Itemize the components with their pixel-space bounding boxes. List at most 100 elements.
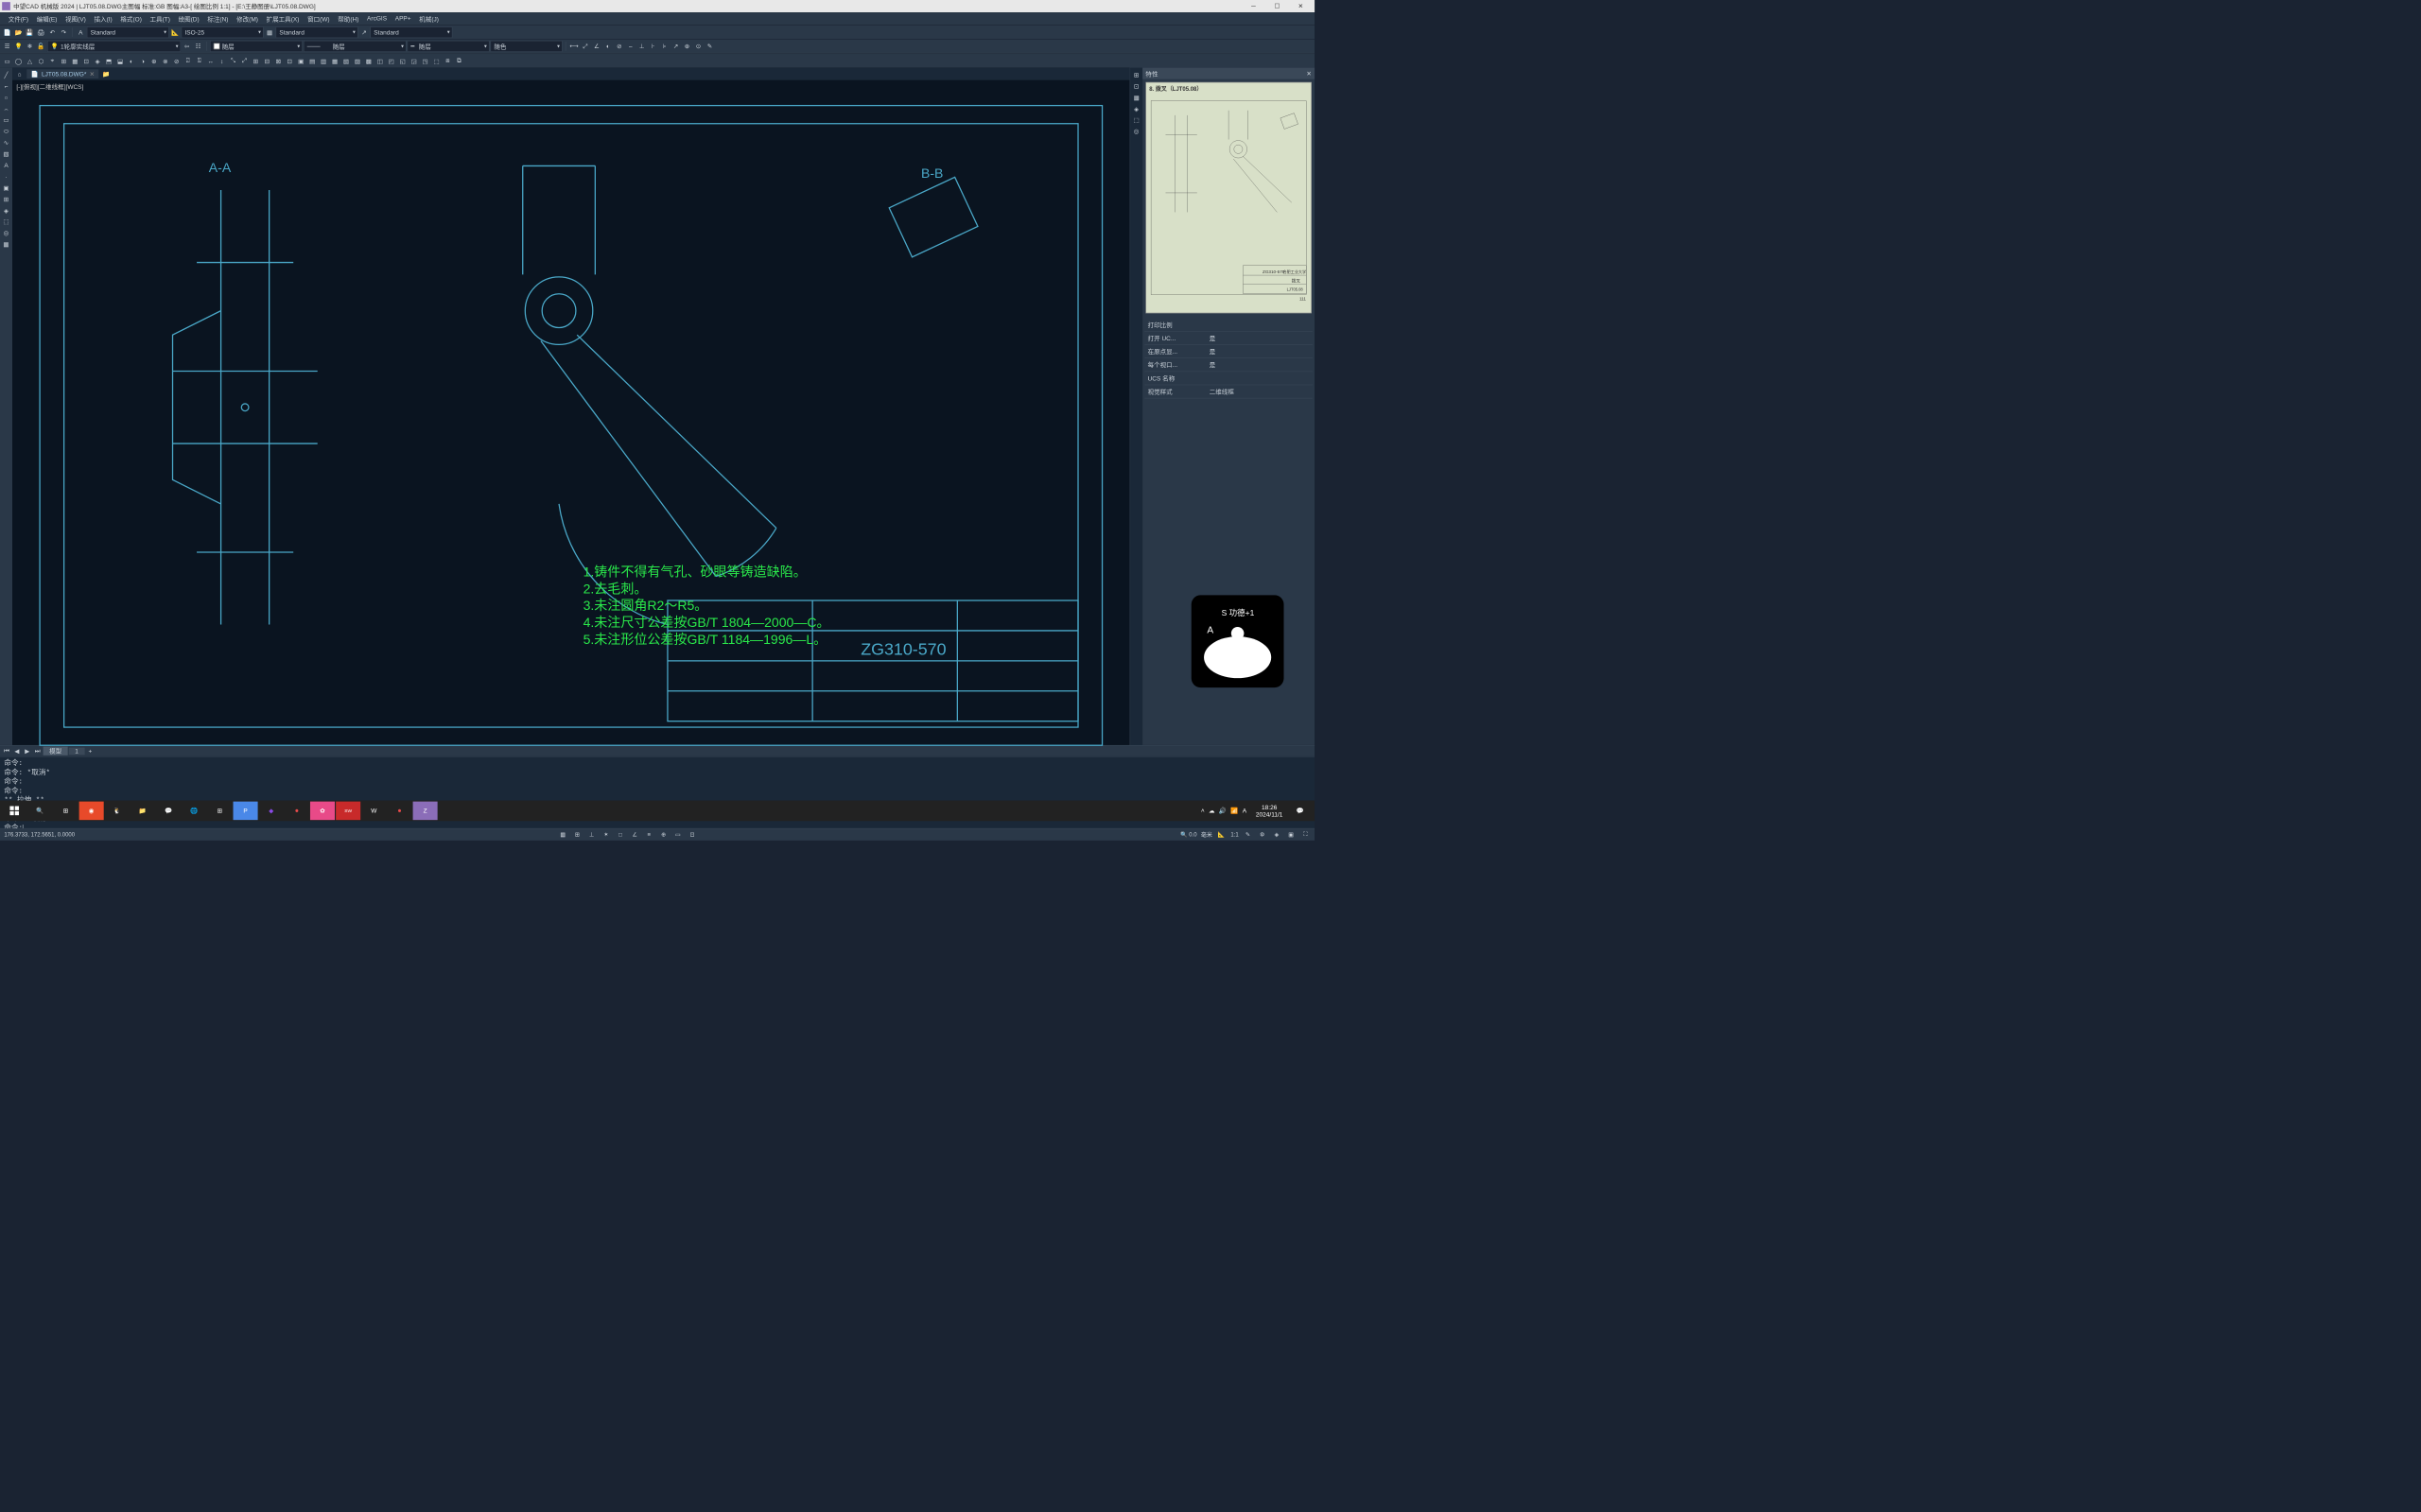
viewport-label[interactable]: [-][俯视][二维线框][WCS] [16,82,83,91]
lock-icon[interactable]: 🔓 [36,41,46,51]
polar-icon[interactable]: ✶ [601,829,611,840]
layer-states-icon[interactable]: ☷ [193,41,203,51]
mech-tool-icon[interactable]: ⍁ [183,56,193,66]
menu-dimension[interactable]: 标注(N) [203,14,233,23]
tab-first-icon[interactable]: ⏮ [2,747,11,755]
grid-icon[interactable]: ▦ [1,239,11,250]
mech-tool-icon[interactable]: ◳ [420,56,430,66]
linetype-dropdown[interactable]: ───随层 [304,41,407,52]
menu-mech[interactable]: 机械(J) [415,14,443,23]
layer-manager-icon[interactable]: ☰ [2,41,12,51]
menu-express[interactable]: 扩展工具(X) [262,14,303,23]
snap-grid-icon[interactable]: ▦ [558,829,568,840]
text-icon[interactable]: A [1,160,11,170]
menu-modify[interactable]: 修改(M) [233,14,262,23]
volume-icon[interactable]: 🔊 [1219,808,1227,815]
search-icon[interactable]: 🔍 [27,802,52,821]
qp-icon[interactable]: ▭ [672,829,683,840]
dim-edit-icon[interactable]: ✎ [705,41,715,51]
menu-draw[interactable]: 绘图(D) [174,14,203,23]
circle-icon[interactable]: ○ [1,93,11,103]
taskview-icon[interactable]: ⊞ [53,802,78,821]
wipeout-icon[interactable]: ⬚ [1,217,11,227]
scale-icon[interactable]: 📐 [1216,829,1227,840]
mech-tool-icon[interactable]: ⊘ [171,56,182,66]
open-icon[interactable]: 📂 [13,27,24,38]
status-unit[interactable]: 毫米 [1201,830,1212,839]
ortho-icon[interactable]: ⊥ [586,829,597,840]
prop-row[interactable]: UCS 名称 [1144,372,1313,385]
mech-tool-icon[interactable]: ◫ [374,56,385,66]
dim-style-dropdown[interactable]: ISO-25 [182,26,264,38]
assistant-widget[interactable]: S 功德+1 A [1192,595,1284,687]
palette-icon[interactable]: ⊞ [1131,70,1141,80]
dim-center-icon[interactable]: ⊙ [693,41,704,51]
menu-format[interactable]: 格式(O) [116,14,146,23]
palette-icon[interactable]: ⊡ [1131,81,1141,92]
otrack-icon[interactable]: ∠ [630,829,640,840]
close-icon[interactable]: ✕ [1306,70,1311,78]
prop-row[interactable]: 在原点显...是 [1144,345,1313,358]
dim-tolerance-icon[interactable]: ⊕ [682,41,692,51]
mech-tool-icon[interactable]: ◯ [13,56,24,66]
app-icon[interactable]: ◆ [259,802,284,821]
layer-prev-icon[interactable]: ⇦ [182,41,192,51]
minimize-button[interactable]: ─ [1242,0,1265,12]
donut-icon[interactable]: ◎ [1,228,11,238]
dim-leader-icon[interactable]: ↗ [671,41,681,51]
system-tray[interactable]: ˄ ☁ 🔊 📶 A [1196,808,1250,815]
dim-angular-icon[interactable]: ∠ [592,41,602,51]
record-icon[interactable]: ⏺ [387,802,411,821]
dim-linear-icon[interactable]: ⟷ [569,41,580,51]
mech-tool-icon[interactable]: ◐ [127,56,137,66]
mech-tool-icon[interactable]: ⊟ [262,56,272,66]
new-icon[interactable]: 📄 [2,27,12,38]
dim-diameter-icon[interactable]: ⊘ [614,41,624,51]
hatch-icon[interactable]: ▧ [1,148,11,159]
mech-tool-icon[interactable]: ◱ [397,56,408,66]
wps-icon[interactable]: W [361,802,386,821]
mech-tool-icon[interactable]: ▤ [307,56,318,66]
edge-icon[interactable]: 🌐 [182,802,206,821]
dyn-icon[interactable]: ⊕ [658,829,669,840]
mech-tool-icon[interactable]: ◑ [138,56,148,66]
dim-style-icon[interactable]: 📐 [170,27,181,38]
record-icon[interactable]: ⏺ [285,802,309,821]
mech-tool-icon[interactable]: ⊞ [251,56,261,66]
table-icon[interactable]: ⊞ [1,194,11,204]
mech-tool-icon[interactable]: ⬓ [115,56,126,66]
palette-icon[interactable]: ◎ [1131,127,1141,137]
mleader-style-dropdown[interactable]: Standard [371,26,453,38]
mech-tool-icon[interactable]: ⍂ [194,56,204,66]
line-icon[interactable]: ╱ [1,70,11,80]
snap-mode-icon[interactable]: ⊞ [572,829,583,840]
mech-tool-icon[interactable]: ▭ [2,56,12,66]
mech-tool-icon[interactable]: ⬒ [104,56,114,66]
command-input[interactable] [24,825,1311,828]
notifications-icon[interactable]: 💬 [1288,802,1313,821]
mech-tool-icon[interactable]: ▥ [319,56,329,66]
mech-tool-icon[interactable]: ↔ [205,56,216,66]
save-icon[interactable]: 💾 [25,27,35,38]
mech-tool-icon[interactable]: ⬡ [36,56,46,66]
lwt-icon[interactable]: ≡ [644,829,654,840]
print-icon[interactable]: 🖨 [36,27,46,38]
layer-dropdown[interactable]: 💡1轮廓实线层 [47,41,181,52]
arc-icon[interactable]: ⌢ [1,104,11,114]
plotstyle-dropdown[interactable]: 随色 [491,41,563,52]
dim-radius-icon[interactable]: ◐ [602,41,613,51]
color-dropdown[interactable]: 随层 [210,41,303,52]
gear-icon[interactable]: ⚙ [1257,829,1267,840]
mech-tool-icon[interactable]: ⤢ [239,56,250,66]
sc-icon[interactable]: ⊡ [688,829,698,840]
mech-tool-icon[interactable]: ⊗ [160,56,170,66]
prop-row[interactable]: 打开 UC...是 [1144,332,1313,345]
table-style-icon[interactable]: ▦ [265,27,275,38]
undo-icon[interactable]: ↶ [47,27,58,38]
table-style-dropdown[interactable]: Standard [276,26,358,38]
palette-icon[interactable]: ◈ [1131,104,1141,114]
ellipse-icon[interactable]: ⬭ [1,127,11,137]
menu-insert[interactable]: 插入(I) [90,14,116,23]
app-icon[interactable]: ◉ [79,802,104,821]
text-style-dropdown[interactable]: Standard [87,26,169,38]
